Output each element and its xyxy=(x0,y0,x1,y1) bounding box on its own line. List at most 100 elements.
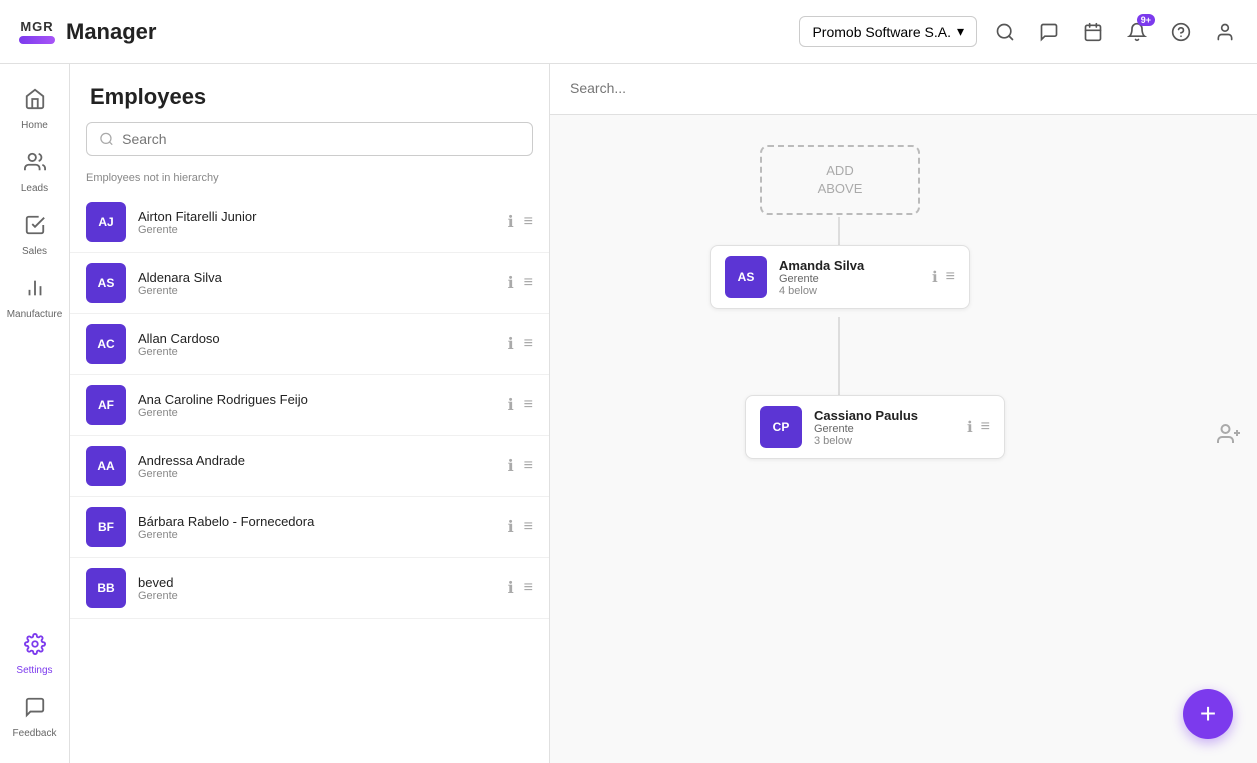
sidebar-item-home[interactable]: Home xyxy=(5,80,65,139)
search-input[interactable] xyxy=(122,131,520,147)
sidebar-label-manufacture: Manufacture xyxy=(7,309,63,320)
drag-icon[interactable]: ≡ xyxy=(524,335,533,353)
employee-name: Andressa Andrade xyxy=(138,453,496,468)
employee-avatar: AS xyxy=(86,263,126,303)
help-button[interactable] xyxy=(1165,16,1197,48)
drag-icon[interactable]: ≡ xyxy=(524,457,533,475)
info-icon[interactable]: ℹ xyxy=(508,334,514,354)
item-actions: ℹ ≡ xyxy=(508,395,533,415)
amanda-drag-icon[interactable]: ≡ xyxy=(946,268,955,286)
employee-name: Aldenara Silva xyxy=(138,270,496,285)
info-icon[interactable]: ℹ xyxy=(508,395,514,415)
sidebar-label-feedback: Feedback xyxy=(13,728,57,739)
employee-avatar: AF xyxy=(86,385,126,425)
cassiano-actions: ℹ ≡ xyxy=(967,418,990,436)
sidebar: Home Leads Sales Manufacture Settings xyxy=(0,64,70,763)
add-person-button[interactable] xyxy=(1217,422,1241,452)
employee-name: Airton Fitarelli Junior xyxy=(138,209,496,224)
info-icon[interactable]: ℹ xyxy=(508,273,514,293)
logo-bar xyxy=(19,36,55,44)
notification-badge: 9+ xyxy=(1137,14,1155,26)
list-item: AF Ana Caroline Rodrigues Feijo Gerente … xyxy=(70,375,549,436)
hierarchy-card-cassiano: CP Cassiano Paulus Gerente 3 below ℹ ≡ xyxy=(745,395,1005,459)
section-label: Employees not in hierarchy xyxy=(70,168,549,192)
employee-info: Andressa Andrade Gerente xyxy=(138,453,496,480)
employee-avatar: AJ xyxy=(86,202,126,242)
cassiano-info: Cassiano Paulus Gerente 3 below xyxy=(814,408,955,447)
employee-role: Gerente xyxy=(138,346,496,358)
employee-role: Gerente xyxy=(138,590,496,602)
company-selector[interactable]: Promob Software S.A. ▾ xyxy=(799,16,977,47)
sidebar-item-feedback[interactable]: Feedback xyxy=(5,688,65,747)
sidebar-label-home: Home xyxy=(21,120,48,131)
notification-button[interactable]: 9+ xyxy=(1121,16,1153,48)
drag-icon[interactable]: ≡ xyxy=(524,579,533,597)
sidebar-label-leads: Leads xyxy=(21,183,48,194)
employee-avatar: BF xyxy=(86,507,126,547)
cassiano-avatar: CP xyxy=(760,406,802,448)
amanda-role: Gerente xyxy=(779,273,920,285)
cassiano-drag-icon[interactable]: ≡ xyxy=(981,418,990,436)
employee-name: Allan Cardoso xyxy=(138,331,496,346)
user-profile-button[interactable] xyxy=(1209,16,1241,48)
list-item: AS Aldenara Silva Gerente ℹ ≡ xyxy=(70,253,549,314)
add-above-label: ADDABOVE xyxy=(818,162,863,198)
employee-name: Bárbara Rabelo - Fornecedora xyxy=(138,514,496,529)
info-icon[interactable]: ℹ xyxy=(508,517,514,537)
amanda-below: 4 below xyxy=(779,285,920,297)
chat-button[interactable] xyxy=(1033,16,1065,48)
item-actions: ℹ ≡ xyxy=(508,456,533,476)
home-icon xyxy=(24,88,46,116)
drag-icon[interactable]: ≡ xyxy=(524,213,533,231)
employee-info: Aldenara Silva Gerente xyxy=(138,270,496,297)
item-actions: ℹ ≡ xyxy=(508,578,533,598)
info-icon[interactable]: ℹ xyxy=(508,578,514,598)
info-icon[interactable]: ℹ xyxy=(508,456,514,476)
drag-icon[interactable]: ≡ xyxy=(524,518,533,536)
drag-icon[interactable]: ≡ xyxy=(524,396,533,414)
company-name: Promob Software S.A. xyxy=(812,24,951,40)
amanda-info: Amanda Silva Gerente 4 below xyxy=(779,258,920,297)
app-title: Manager xyxy=(66,19,156,45)
sidebar-item-settings[interactable]: Settings xyxy=(5,625,65,684)
employee-role: Gerente xyxy=(138,529,496,541)
item-actions: ℹ ≡ xyxy=(508,517,533,537)
search-button[interactable] xyxy=(989,16,1021,48)
list-item: AJ Airton Fitarelli Junior Gerente ℹ ≡ xyxy=(70,192,549,253)
employee-avatar: AC xyxy=(86,324,126,364)
employee-avatar: AA xyxy=(86,446,126,486)
sidebar-label-sales: Sales xyxy=(22,246,47,257)
employee-avatar: BB xyxy=(86,568,126,608)
chevron-down-icon: ▾ xyxy=(957,23,964,40)
sidebar-item-manufacture[interactable]: Manufacture xyxy=(5,269,65,328)
item-actions: ℹ ≡ xyxy=(508,334,533,354)
add-above-box[interactable]: ADDABOVE xyxy=(760,145,920,215)
hierarchy-search-input[interactable] xyxy=(570,80,1237,96)
item-actions: ℹ ≡ xyxy=(508,212,533,232)
employee-list: AJ Airton Fitarelli Junior Gerente ℹ ≡ A… xyxy=(70,192,549,763)
amanda-info-icon[interactable]: ℹ xyxy=(932,268,938,286)
sidebar-label-settings: Settings xyxy=(16,665,52,676)
settings-icon xyxy=(24,633,46,661)
employee-role: Gerente xyxy=(138,468,496,480)
sidebar-item-sales[interactable]: Sales xyxy=(5,206,65,265)
employee-info: Allan Cardoso Gerente xyxy=(138,331,496,358)
sales-icon xyxy=(24,214,46,242)
employee-role: Gerente xyxy=(138,224,496,236)
amanda-avatar: AS xyxy=(725,256,767,298)
hierarchy-card-amanda: AS Amanda Silva Gerente 4 below ℹ ≡ xyxy=(710,245,970,309)
cassiano-role: Gerente xyxy=(814,423,955,435)
right-search-bar[interactable] xyxy=(550,64,1257,115)
employee-info: beved Gerente xyxy=(138,575,496,602)
drag-icon[interactable]: ≡ xyxy=(524,274,533,292)
employee-name: Ana Caroline Rodrigues Feijo xyxy=(138,392,496,407)
amanda-name: Amanda Silva xyxy=(779,258,920,273)
employee-search-bar[interactable] xyxy=(86,122,533,156)
cassiano-info-icon[interactable]: ℹ xyxy=(967,418,973,436)
info-icon[interactable]: ℹ xyxy=(508,212,514,232)
feedback-icon xyxy=(24,696,46,724)
sidebar-item-leads[interactable]: Leads xyxy=(5,143,65,202)
hierarchy-area: ADDABOVE AS Amanda Silva Gerente 4 below xyxy=(550,115,1257,758)
fab-add-button[interactable]: + xyxy=(1183,689,1233,739)
calendar-button[interactable] xyxy=(1077,16,1109,48)
